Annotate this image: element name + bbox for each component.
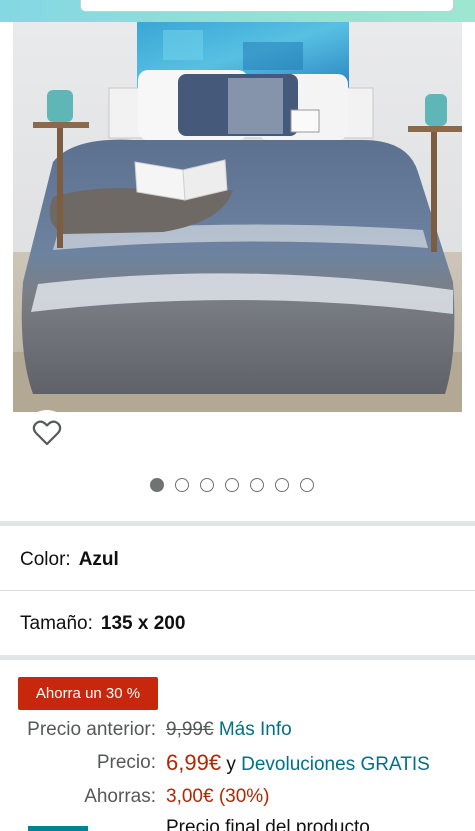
row-divider	[0, 590, 475, 591]
previous-price-value: 9,99€	[166, 719, 214, 740]
wishlist-button[interactable]	[24, 410, 70, 456]
product-image[interactable]	[13, 22, 462, 412]
color-selector[interactable]: Color: Azul	[0, 529, 475, 591]
heart-outline-icon	[32, 420, 62, 446]
section-divider	[0, 655, 475, 660]
carousel-indicators	[150, 478, 314, 492]
carousel-dot-6[interactable]	[275, 478, 289, 492]
price-label: Precio:	[96, 752, 156, 773]
deal-badge: Ahorra un 30 %	[18, 677, 158, 710]
color-label: Color:	[20, 549, 71, 570]
savings-row: Ahorras: 3,00€ (30%)	[0, 786, 475, 814]
carousel-dot-7[interactable]	[300, 478, 314, 492]
final-price-note: Precio final del producto	[166, 817, 370, 831]
more-info-link[interactable]: Más Info	[219, 719, 292, 740]
price-row: Precio: 6,99€ y Devoluciones GRATIS	[0, 750, 475, 778]
color-value: Azul	[78, 549, 119, 570]
savings-value: 3,00€ (30%)	[166, 786, 270, 807]
size-selector[interactable]: Tamaño: 135 x 200	[0, 593, 475, 655]
price-value: 6,99€	[166, 750, 222, 775]
price-connector: y	[226, 754, 236, 775]
product-image-gallery[interactable]	[0, 22, 475, 522]
previous-price-label: Precio anterior:	[27, 719, 156, 740]
search-input[interactable]	[80, 0, 454, 12]
savings-label: Ahorras:	[84, 786, 156, 807]
size-value: 135 x 200	[100, 613, 186, 634]
previous-price-row: Precio anterior: 9,99€ Más Info	[0, 719, 475, 747]
carousel-dot-4[interactable]	[225, 478, 239, 492]
free-returns-link[interactable]: Devoluciones GRATIS	[241, 754, 430, 775]
carousel-dot-3[interactable]	[200, 478, 214, 492]
size-label: Tamaño:	[20, 613, 93, 634]
carousel-dot-5[interactable]	[250, 478, 264, 492]
carousel-dot-2[interactable]	[175, 478, 189, 492]
section-divider	[0, 521, 475, 526]
carousel-dot-1[interactable]	[150, 478, 164, 492]
header-bar	[0, 0, 475, 22]
bottom-accent-bar	[28, 826, 88, 831]
